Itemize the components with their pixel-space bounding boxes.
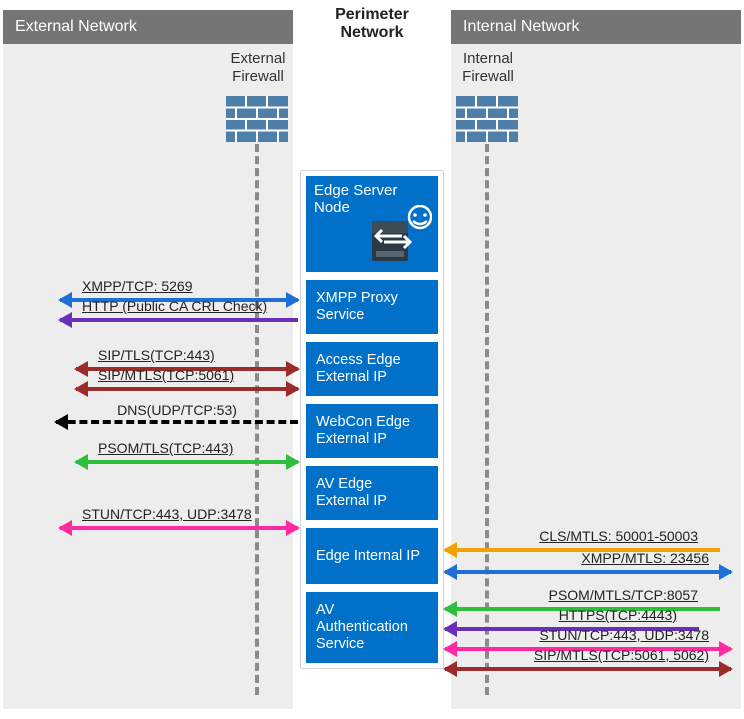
arrow-label: SIP/MTLS(TCP:5061, 5062) [534,647,709,663]
edge-title-l1: Edge Server [314,182,430,199]
box-edge-internal: Edge Internal IP [306,528,438,584]
label-internal-firewall-l2: Firewall [448,68,528,86]
box-av-auth: AV Authentication Service [306,592,438,663]
arrow-label: CLS/MTLS: 50001-50003 [539,528,698,544]
header-perimeter-l2: Network [340,24,403,42]
firewall-brick-icon [226,96,288,142]
header-internal: Internal Network [451,10,741,44]
firewall-brick-icon [456,96,518,142]
arrow-label: SIP/TLS(TCP:443) [98,347,215,363]
firewall-line-internal [485,144,489,695]
edge-server-header: Edge Server Node [306,176,438,272]
label-external-firewall-l2: Firewall [218,68,298,86]
server-icon [366,205,432,268]
edge-server-column: Edge Server Node XMPP Proxy Service [300,170,444,669]
arrow-label: STUN/TCP:443, UDP:3478 [82,506,252,522]
label-internal-firewall: Internal Firewall [448,50,528,86]
arrow-label: PSOM/MTLS/TCP:8057 [549,587,698,603]
box-access-edge: Access Edge External IP [306,342,438,396]
header-perimeter: Perimeter Network [293,4,451,44]
arrow-xmpp-int: XMPP/MTLS: 23456 [445,570,731,574]
arrow-label: SIP/MTLS(TCP:5061) [98,367,234,383]
header-perimeter-l1: Perimeter [335,6,409,24]
arrow-label: DNS(UDP/TCP:53) [117,402,237,418]
box-av-edge: AV Edge External IP [306,466,438,520]
arrow-sip-mtls-ext: SIP/MTLS(TCP:5061) [76,387,298,391]
box-webcon-edge: WebCon Edge External IP [306,404,438,458]
arrow-label: HTTP (Public CA CRL Check) [82,298,267,314]
arrow-dns-ext: DNS(UDP/TCP:53) [56,420,298,424]
arrow-label: XMPP/MTLS: 23456 [581,550,709,566]
arrow-label: HTTPS(TCP:4443) [559,607,677,623]
box-xmpp-proxy: XMPP Proxy Service [306,280,438,334]
arrow-label: PSOM/TLS(TCP:443) [98,440,233,456]
arrow-stun-ext: STUN/TCP:443, UDP:3478 [60,526,298,530]
arrow-http-ext: HTTP (Public CA CRL Check) [60,318,298,322]
label-external-firewall: External Firewall [218,50,298,86]
arrow-psom-ext: PSOM/TLS(TCP:443) [76,460,298,464]
header-external: External Network [3,10,293,44]
arrow-label: STUN/TCP:443, UDP:3478 [539,627,709,643]
arrow-label: XMPP/TCP: 5269 [82,278,193,294]
diagram-canvas: External Network Perimeter Network Inter… [0,0,744,719]
label-external-firewall-l1: External [218,50,298,68]
arrow-sip-int: SIP/MTLS(TCP:5061, 5062) [445,667,731,671]
label-internal-firewall-l1: Internal [448,50,528,68]
